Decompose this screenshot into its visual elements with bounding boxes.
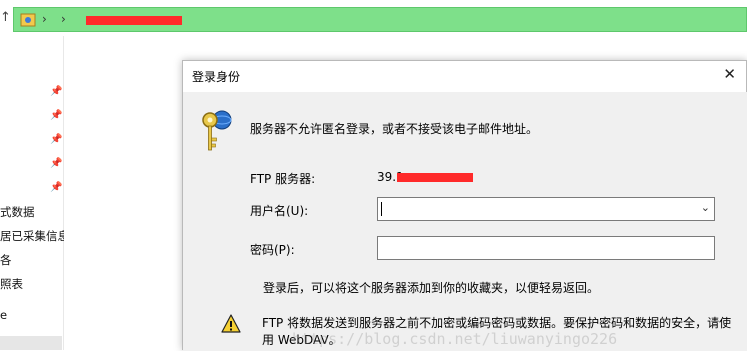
chevron-right-icon[interactable]: › — [42, 12, 47, 26]
text-caret — [381, 202, 382, 216]
watermark: https://blog.csdn.net/liuwanyingo226 — [292, 330, 618, 348]
nav-item[interactable]: e — [0, 308, 64, 322]
redacted-server-address — [397, 173, 473, 182]
pin-icon[interactable]: 📌 — [50, 158, 62, 170]
login-dialog: 登录身份 ✕ 服务器不允许匿名登录，或者不接受该电子邮件地址。 FTP 服务器:… — [182, 60, 747, 351]
nav-item[interactable]: 各 — [0, 252, 64, 268]
chevron-right-icon[interactable]: › — [61, 12, 66, 26]
nav-item[interactable]: 居已采集信息 — [0, 228, 64, 244]
nav-item[interactable]: 照表 — [0, 276, 64, 292]
nav-scroll-area — [0, 336, 62, 350]
nav-item[interactable]: 式数据 — [0, 204, 64, 220]
chevron-down-icon[interactable]: ⌄ — [701, 201, 710, 214]
warning-icon — [221, 314, 241, 333]
keys-icon — [202, 110, 232, 151]
ftp-server-label: FTP 服务器: — [250, 172, 316, 186]
pin-icon[interactable]: 📌 — [50, 110, 62, 122]
redacted-path — [86, 16, 182, 25]
dialog-title: 登录身份 — [192, 70, 241, 84]
pin-icon[interactable]: 📌 — [50, 182, 62, 194]
favorites-note: 登录后，可以将这个服务器添加到你的收藏夹，以便轻易返回。 — [263, 281, 600, 295]
anonymous-login-message: 服务器不允许匿名登录，或者不接受该电子邮件地址。 — [250, 122, 539, 136]
ftp-folder-icon — [20, 13, 36, 27]
password-label: 密码(P): — [250, 243, 295, 257]
navigation-pane: 📌 📌 📌 📌 📌 式数据 居已采集信息 各 照表 e — [0, 80, 64, 350]
pin-icon[interactable]: 📌 — [50, 134, 62, 146]
address-field[interactable]: › › — [13, 7, 747, 32]
dialog-body: 服务器不允许匿名登录，或者不接受该电子邮件地址。 FTP 服务器: 39.1 用… — [183, 92, 747, 351]
username-label: 用户名(U): — [250, 204, 309, 218]
address-bar: ↑ › › — [0, 0, 747, 36]
password-field[interactable] — [377, 236, 715, 260]
pin-icon[interactable]: 📌 — [50, 86, 62, 98]
up-arrow-icon[interactable]: ↑ — [0, 10, 12, 26]
close-icon[interactable]: ✕ — [723, 65, 736, 83]
username-combobox[interactable]: ⌄ — [377, 197, 715, 221]
